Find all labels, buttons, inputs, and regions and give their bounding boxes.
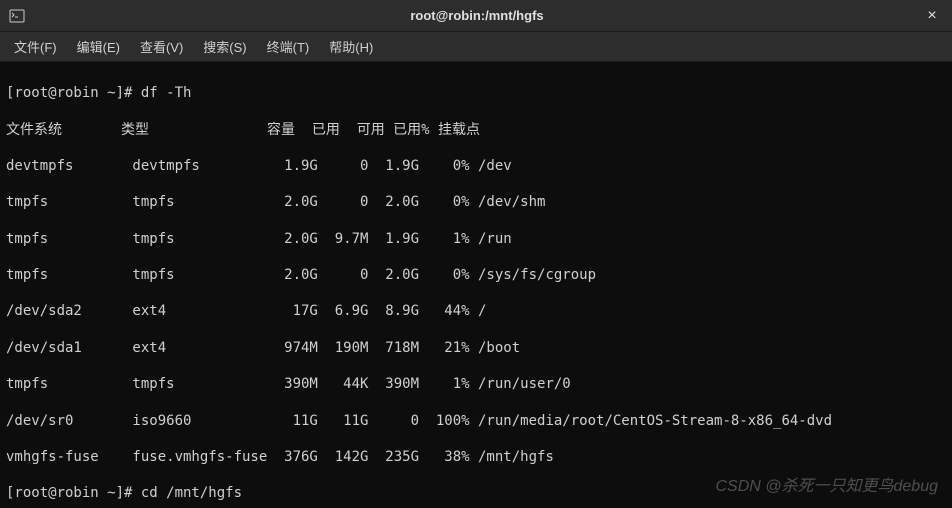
df-header: 文件系统 类型 容量 已用 可用 已用% 挂载点 — [6, 121, 946, 139]
window-titlebar: root@robin:/mnt/hgfs × — [0, 0, 952, 32]
menu-edit[interactable]: 编辑(E) — [69, 33, 128, 60]
command-text: df -Th — [141, 85, 192, 101]
df-row: /dev/sr0 iso9660 11G 11G 0 100% /run/med… — [6, 412, 946, 430]
command-text: cd /mnt/hgfs — [141, 485, 242, 501]
close-button[interactable]: × — [920, 4, 944, 28]
menu-bar: 文件(F) 编辑(E) 查看(V) 搜索(S) 终端(T) 帮助(H) — [0, 32, 952, 62]
df-row: /dev/sda1 ext4 974M 190M 718M 21% /boot — [6, 339, 946, 357]
df-row: tmpfs tmpfs 2.0G 0 2.0G 0% /dev/shm — [6, 193, 946, 211]
df-row: tmpfs tmpfs 2.0G 9.7M 1.9G 1% /run — [6, 230, 946, 248]
prompt: [root@robin ~]# — [6, 485, 141, 501]
menu-file[interactable]: 文件(F) — [6, 33, 65, 60]
menu-view[interactable]: 查看(V) — [132, 33, 191, 60]
terminal-area[interactable]: [root@robin ~]# df -Th 文件系统 类型 容量 已用 可用 … — [0, 62, 952, 508]
terminal-icon — [8, 7, 26, 25]
window-title: root@robin:/mnt/hgfs — [34, 8, 920, 23]
menu-help[interactable]: 帮助(H) — [321, 33, 381, 60]
prompt: [root@robin ~]# — [6, 85, 141, 101]
df-row: vmhgfs-fuse fuse.vmhgfs-fuse 376G 142G 2… — [6, 448, 946, 466]
df-row: tmpfs tmpfs 2.0G 0 2.0G 0% /sys/fs/cgrou… — [6, 266, 946, 284]
df-row: tmpfs tmpfs 390M 44K 390M 1% /run/user/0 — [6, 375, 946, 393]
df-row: /dev/sda2 ext4 17G 6.9G 8.9G 44% / — [6, 302, 946, 320]
menu-terminal[interactable]: 终端(T) — [259, 33, 318, 60]
df-row: devtmpfs devtmpfs 1.9G 0 1.9G 0% /dev — [6, 157, 946, 175]
menu-search[interactable]: 搜索(S) — [195, 33, 254, 60]
